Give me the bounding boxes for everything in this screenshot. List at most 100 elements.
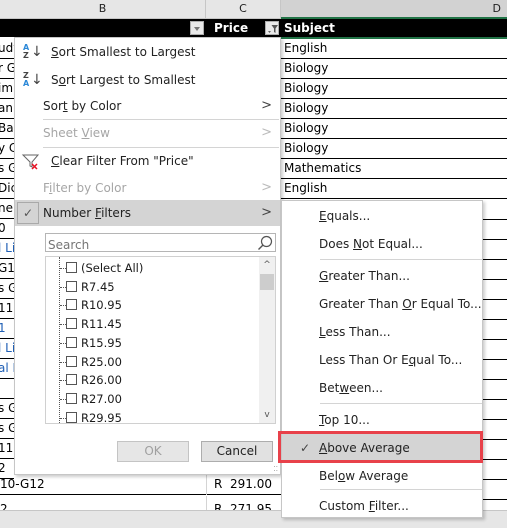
submenu-separator xyxy=(320,259,482,260)
cell-subject[interactable]: Biology xyxy=(281,59,507,79)
cell-subject[interactable]: English xyxy=(281,179,507,199)
filter-values-list[interactable]: (Select All) R7.45 R10.95 R11.45 R15.95 R25.0… xyxy=(45,256,276,424)
filter-dropdown-button-price[interactable] xyxy=(265,21,279,35)
cell-b-partial[interactable]: Bas xyxy=(0,119,14,139)
checkmark-icon: ✓ xyxy=(17,202,39,224)
menu-item-sort-largest-to-smallest[interactable]: Z A ↓ Sort Largest to Smallest xyxy=(15,67,280,93)
checkbox[interactable] xyxy=(66,299,77,311)
cell-subject[interactable]: Biology xyxy=(281,119,507,139)
cell-subject[interactable]: Biology xyxy=(281,79,507,99)
filter-dropdown-button-b[interactable] xyxy=(190,21,204,35)
cell-b-partial[interactable]: ne xyxy=(0,199,14,219)
column-header-d[interactable]: D xyxy=(281,0,507,19)
cell-b-partial[interactable]: l Li xyxy=(0,339,14,359)
search-icon xyxy=(258,235,273,250)
list-scrollbar[interactable]: ^ v xyxy=(259,257,275,423)
submenu-item[interactable]: Less Than Or Equal To... xyxy=(282,346,482,374)
cell-b-partial[interactable]: s G xyxy=(0,159,14,179)
table-header-row: Price Subject xyxy=(0,19,507,37)
filter-value-item[interactable]: R27.00 xyxy=(60,390,122,408)
checkbox[interactable] xyxy=(66,280,77,292)
scroll-down-icon[interactable]: v xyxy=(259,407,275,423)
submenu-item[interactable]: Below Average xyxy=(282,462,482,490)
submenu-separator xyxy=(320,403,482,404)
gridline xyxy=(482,339,507,340)
checkbox[interactable] xyxy=(66,411,77,423)
table-row[interactable]: 2 R 271.95 xyxy=(0,496,281,510)
scroll-thumb[interactable] xyxy=(260,274,274,290)
resize-grip-icon[interactable]: ⁚⁚ xyxy=(274,466,278,473)
cancel-button[interactable]: Cancel xyxy=(201,441,273,462)
chevron-right-icon: > xyxy=(261,205,272,220)
chevron-right-icon: > xyxy=(261,125,272,140)
cell-b-partial[interactable]: r G xyxy=(0,59,14,79)
tree-connector xyxy=(60,342,66,344)
checkbox[interactable] xyxy=(66,355,77,367)
submenu-item[interactable]: Custom Filter... xyxy=(282,492,482,520)
gridline xyxy=(482,419,507,420)
column-header-b[interactable]: B xyxy=(0,0,206,19)
ok-button[interactable]: OK xyxy=(117,441,189,462)
menu-item-sort-by-color[interactable]: Sort by Color > xyxy=(15,93,280,119)
header-price: Price xyxy=(214,21,249,35)
cell-b-partial[interactable]: Dic xyxy=(0,179,14,199)
filter-value-item[interactable]: R11.45 xyxy=(60,315,122,333)
cell-b-partial[interactable]: s G xyxy=(0,399,14,419)
checkbox[interactable] xyxy=(66,318,77,330)
filter-value-item[interactable]: R15.95 xyxy=(60,334,122,352)
filter-value-item[interactable]: R10.95 xyxy=(60,296,122,314)
filter-value-item[interactable]: R26.00 xyxy=(60,371,122,389)
cell-b-partial[interactable]: G1 xyxy=(0,259,14,279)
cell-b-partial[interactable]: 0 xyxy=(0,219,14,239)
number-filters-submenu: Equals... Does Not Equal... Greater Than..… xyxy=(281,200,483,518)
cell-b-partial[interactable]: l Li xyxy=(0,239,14,259)
cell-b-partial[interactable]: 11 xyxy=(0,439,14,459)
cell-b-partial[interactable]: s G xyxy=(0,279,14,299)
table-row[interactable]: 10-G12 R 291.00 xyxy=(0,475,281,495)
cell-b-partial[interactable]: al L xyxy=(0,359,14,379)
cell-subject[interactable]: English xyxy=(281,39,507,59)
cell-b-partial[interactable]: y C xyxy=(0,139,14,159)
tree-connector xyxy=(60,398,66,400)
cell-b-partial[interactable]: an xyxy=(0,99,14,119)
tree-connector xyxy=(60,380,66,382)
filter-value-label: R27.00 xyxy=(81,391,122,406)
gridline xyxy=(482,479,507,480)
cell-b-partial[interactable]: 11 xyxy=(0,299,14,319)
cell-b-partial[interactable]: im xyxy=(0,79,14,99)
menu-item-number-filters[interactable]: ✓ Number Filters > xyxy=(15,200,280,226)
cell-b-partial[interactable]: udy xyxy=(0,39,14,59)
column-header-c[interactable]: C xyxy=(206,0,281,19)
chevron-right-icon: > xyxy=(261,98,272,113)
checkbox[interactable] xyxy=(66,374,77,386)
cell-subject[interactable]: Mathematics xyxy=(281,159,507,179)
menu-item-clear-filter[interactable]: Clear Filter From "Price" xyxy=(15,148,280,174)
checkbox[interactable] xyxy=(66,262,77,273)
checkbox[interactable] xyxy=(66,392,77,404)
filter-value-item[interactable]: R29.95 xyxy=(60,409,122,423)
search-input[interactable] xyxy=(46,236,246,254)
cell-subject[interactable]: Biology xyxy=(281,139,507,159)
submenu-item[interactable]: Greater Than Or Equal To... xyxy=(282,290,482,318)
submenu-item[interactable]: Equals... xyxy=(282,202,482,230)
search-box[interactable] xyxy=(45,233,276,254)
filter-value-item[interactable]: (Select All) xyxy=(60,259,143,277)
scroll-up-icon[interactable]: ^ xyxy=(259,257,275,273)
checkbox[interactable] xyxy=(66,336,77,348)
submenu-item[interactable]: Greater Than... xyxy=(282,262,482,290)
filter-value-item[interactable]: R7.45 xyxy=(60,278,115,296)
filter-value-item[interactable]: R25.00 xyxy=(60,353,122,371)
cell-b-partial[interactable] xyxy=(0,379,14,399)
cell-price: 291.00 xyxy=(230,477,272,491)
cell-subject[interactable]: Biology xyxy=(281,99,507,119)
autofilter-menu: A Z ↓ Sort Smallest to Largest Z A ↓ Sort La… xyxy=(14,37,281,475)
filter-value-label: R26.00 xyxy=(81,373,122,388)
submenu-item[interactable]: Does Not Equal... xyxy=(282,230,482,258)
submenu-item[interactable]: Top 10... xyxy=(282,406,482,434)
cell-b-partial[interactable]: s G xyxy=(0,419,14,439)
sort-descending-icon: Z A ↓ xyxy=(23,71,43,89)
submenu-item[interactable]: Less Than... xyxy=(282,318,482,346)
cell-b-partial[interactable]: 1 xyxy=(0,319,14,339)
submenu-item[interactable]: Between... xyxy=(282,374,482,402)
menu-item-sort-smallest-to-largest[interactable]: A Z ↓ Sort Smallest to Largest xyxy=(15,39,280,65)
